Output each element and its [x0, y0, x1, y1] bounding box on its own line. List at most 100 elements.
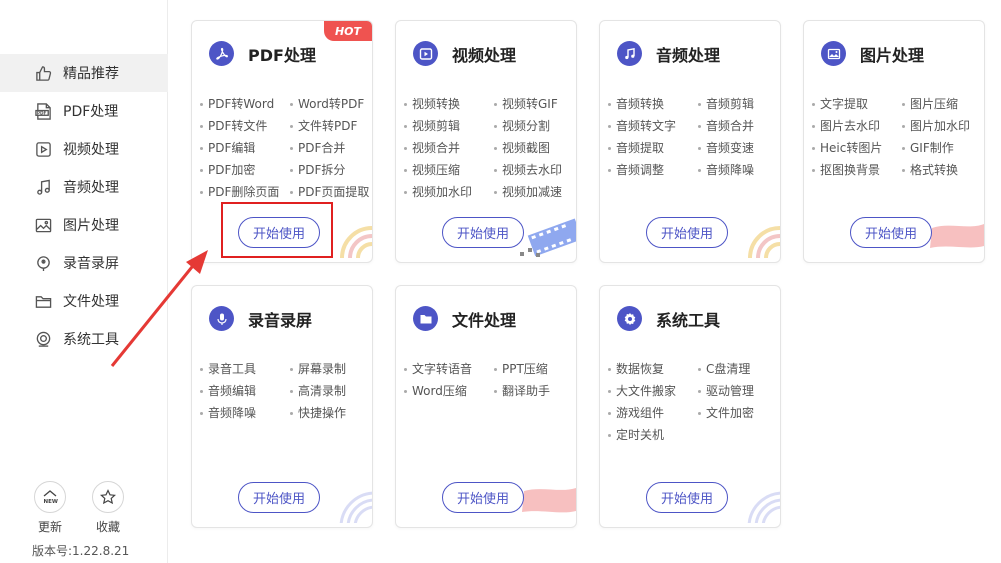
version-text: 版本号:1.22.8.21: [32, 544, 130, 558]
sidebar-item-pdf[interactable]: PDF PDF处理: [0, 92, 168, 130]
feature-item[interactable]: 文件加密: [698, 402, 780, 424]
card-video: 视频处理 视频转换 视频转GIF 视频剪辑 视频分割 视频合并 视频截图 视频压…: [395, 20, 577, 263]
start-button[interactable]: 开始使用: [238, 482, 320, 513]
start-button[interactable]: 开始使用: [646, 217, 728, 248]
start-button[interactable]: 开始使用: [850, 217, 932, 248]
sidebar-item-recommended[interactable]: 精品推荐: [0, 54, 168, 92]
feature-item[interactable]: 图片压缩: [902, 93, 984, 115]
music-note-icon: [617, 41, 642, 66]
gear-icon: [617, 306, 642, 331]
feature-item[interactable]: 格式转换: [902, 159, 984, 181]
brush-stroke-decoration: [924, 218, 984, 262]
feature-item[interactable]: PDF删除页面: [200, 181, 290, 203]
card-decoration: [735, 485, 780, 527]
feature-item[interactable]: 驱动管理: [698, 380, 780, 402]
sidebar-item-image[interactable]: 图片处理: [0, 206, 168, 244]
feature-item[interactable]: Heic转图片: [812, 137, 902, 159]
pdf-acrobat-icon: [209, 41, 234, 66]
new-badge: NEW: [44, 499, 58, 505]
system-gear-icon: [34, 330, 52, 348]
card-audio: 音频处理 音频转换 音频剪辑 音频转文字 音频合并 音频提取 音频变速 音频调整…: [599, 20, 781, 263]
feature-item[interactable]: 文字转语音: [404, 358, 494, 380]
folder-icon: [413, 306, 438, 331]
card-image: 图片处理 文字提取 图片压缩 图片去水印 图片加水印 Heic转图片 GIF制作…: [803, 20, 985, 263]
feature-item[interactable]: 音频合并: [698, 115, 780, 137]
feature-item[interactable]: 文字提取: [812, 93, 902, 115]
feature-item[interactable]: 视频截图: [494, 137, 576, 159]
feature-item[interactable]: 视频转换: [404, 93, 494, 115]
feature-item[interactable]: 音频转文字: [608, 115, 698, 137]
image-icon: [34, 216, 52, 234]
feature-item[interactable]: PDF加密: [200, 159, 290, 181]
card-record: 录音录屏 录音工具 屏幕录制 音频编辑 高清录制 音频降噪 快捷操作 开始使用: [191, 285, 373, 528]
sidebar-item-label: 精品推荐: [63, 66, 119, 82]
feature-item[interactable]: C盘清理: [698, 358, 780, 380]
folder-icon: [34, 292, 52, 310]
feature-item[interactable]: 数据恢复: [608, 358, 698, 380]
feature-item[interactable]: 视频剪辑: [404, 115, 494, 137]
feature-list: 文字转语音 PPT压缩 Word压缩 翻译助手: [404, 358, 572, 402]
sidebar-item-video[interactable]: 视频处理: [0, 130, 168, 168]
feature-item[interactable]: PDF转Word: [200, 93, 290, 115]
feature-item[interactable]: 图片加水印: [902, 115, 984, 137]
start-button[interactable]: 开始使用: [442, 482, 524, 513]
feature-item[interactable]: GIF制作: [902, 137, 984, 159]
feature-item[interactable]: 视频加减速: [494, 181, 576, 203]
favorite-button[interactable]: 收藏: [90, 481, 126, 535]
start-button[interactable]: 开始使用: [646, 482, 728, 513]
feature-item[interactable]: 定时关机: [608, 424, 698, 446]
feature-item[interactable]: 视频加水印: [404, 181, 494, 203]
feature-item[interactable]: 音频提取: [608, 137, 698, 159]
video-play-icon: [413, 41, 438, 66]
feature-item[interactable]: 抠图换背景: [812, 159, 902, 181]
feature-item[interactable]: 音频变速: [698, 137, 780, 159]
feature-item[interactable]: PDF合并: [290, 137, 372, 159]
feature-item[interactable]: 音频降噪: [200, 402, 290, 424]
thumbs-up-icon: [34, 64, 52, 82]
card-decoration: [327, 485, 372, 527]
update-label: 更新: [37, 520, 62, 534]
star-icon: [92, 481, 124, 513]
feature-item[interactable]: 大文件搬家: [608, 380, 698, 402]
music-note-icon: [34, 178, 52, 196]
sidebar-bottom-actions: NEW 更新 收藏: [32, 481, 126, 535]
feature-item[interactable]: 屏幕录制: [290, 358, 372, 380]
feature-item[interactable]: 音频降噪: [698, 159, 780, 181]
feature-item[interactable]: Word压缩: [404, 380, 494, 402]
update-button[interactable]: NEW 更新: [32, 481, 68, 535]
feature-item[interactable]: 视频去水印: [494, 159, 576, 181]
feature-list: 视频转换 视频转GIF 视频剪辑 视频分割 视频合并 视频截图 视频压缩 视频去…: [404, 93, 572, 203]
feature-item[interactable]: 翻译助手: [494, 380, 576, 402]
feature-item[interactable]: 高清录制: [290, 380, 372, 402]
feature-list: 音频转换 音频剪辑 音频转文字 音频合并 音频提取 音频变速 音频调整 音频降噪: [608, 93, 776, 181]
feature-item[interactable]: 音频剪辑: [698, 93, 780, 115]
card-title: 视频处理: [452, 45, 517, 65]
feature-item[interactable]: 视频转GIF: [494, 93, 576, 115]
feature-item[interactable]: 视频合并: [404, 137, 494, 159]
start-button[interactable]: 开始使用: [442, 217, 524, 248]
feature-item[interactable]: 音频转换: [608, 93, 698, 115]
feature-item[interactable]: PPT压缩: [494, 358, 576, 380]
feature-item[interactable]: 图片去水印: [812, 115, 902, 137]
start-button[interactable]: 开始使用: [238, 217, 320, 248]
feature-item[interactable]: PDF转文件: [200, 115, 290, 137]
card-title: 文件处理: [452, 310, 517, 330]
sidebar-item-audio[interactable]: 音频处理: [0, 168, 168, 206]
brush-stroke-decoration: [516, 483, 576, 527]
feature-item[interactable]: PDF拆分: [290, 159, 372, 181]
feature-list: PDF转Word Word转PDF PDF转文件 文件转PDF PDF编辑 PD…: [200, 93, 369, 203]
feature-item[interactable]: 音频调整: [608, 159, 698, 181]
feature-item[interactable]: 视频压缩: [404, 159, 494, 181]
feature-item[interactable]: 快捷操作: [290, 402, 372, 424]
feature-list: 数据恢复 C盘清理 大文件搬家 驱动管理 游戏组件 文件加密 定时关机: [608, 358, 776, 446]
feature-item[interactable]: 游戏组件: [608, 402, 698, 424]
feature-item[interactable]: 音频编辑: [200, 380, 290, 402]
feature-item[interactable]: 视频分割: [494, 115, 576, 137]
feature-item[interactable]: PDF编辑: [200, 137, 290, 159]
feature-list: 文字提取 图片压缩 图片去水印 图片加水印 Heic转图片 GIF制作 抠图换背…: [812, 93, 980, 181]
feature-item[interactable]: 文件转PDF: [290, 115, 372, 137]
feature-item[interactable]: PDF页面提取: [290, 181, 372, 203]
card-title: 图片处理: [860, 45, 925, 65]
feature-item[interactable]: Word转PDF: [290, 93, 372, 115]
video-play-icon: [34, 140, 52, 158]
